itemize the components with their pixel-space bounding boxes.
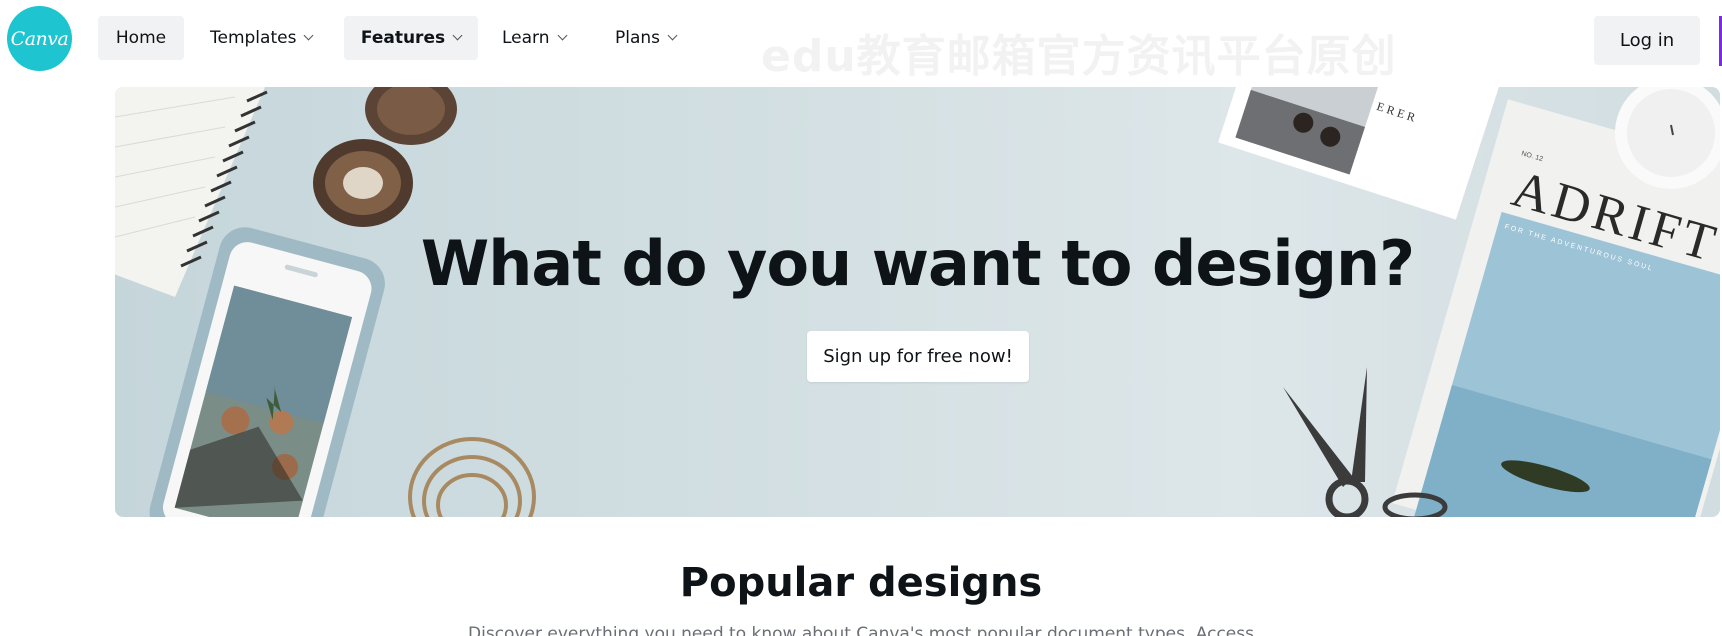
- signup-cta-button[interactable]: Sign up for free now!: [807, 331, 1029, 382]
- section-title: Popular designs: [679, 560, 1043, 606]
- pinecone-illustration: [313, 87, 457, 227]
- nav-home-label: Home: [115, 28, 167, 48]
- chevron-down-icon: [452, 30, 463, 41]
- nav-features-label: Features: [360, 28, 446, 48]
- nav-plans[interactable]: Plans: [615, 16, 695, 60]
- nav-learn-label: Learn: [502, 28, 550, 48]
- canva-logo[interactable]: Canva: [7, 6, 72, 71]
- chevron-down-icon: [557, 30, 567, 41]
- nav-plans-label: Plans: [615, 28, 661, 48]
- postcard-illustration: ERER: [1218, 87, 1506, 220]
- chevron-down-icon: [303, 30, 314, 41]
- nav-templates-label: Templates: [210, 28, 297, 48]
- nav-templates[interactable]: Templates: [210, 16, 335, 60]
- watermark-text: edu教育邮箱官方资讯平台原创: [761, 31, 1397, 82]
- nav-learn[interactable]: Learn: [502, 16, 582, 60]
- section-description: Discover everything you need to know abo…: [468, 624, 1254, 636]
- nav-features[interactable]: Features: [344, 16, 478, 60]
- hero-illustration: ERER NO. 12 ADRIFT FOR THE ADVENTUROUS S…: [115, 87, 1720, 517]
- twine-illustration: [408, 437, 536, 517]
- nav-home[interactable]: Home: [98, 16, 184, 60]
- hero-banner: ERER NO. 12 ADRIFT FOR THE ADVENTUROUS S…: [115, 87, 1720, 517]
- chevron-down-icon: [667, 30, 678, 41]
- logo-text: Canva: [10, 27, 69, 50]
- login-button[interactable]: Log in: [1594, 16, 1700, 65]
- hero-title: What do you want to design?: [420, 227, 1415, 300]
